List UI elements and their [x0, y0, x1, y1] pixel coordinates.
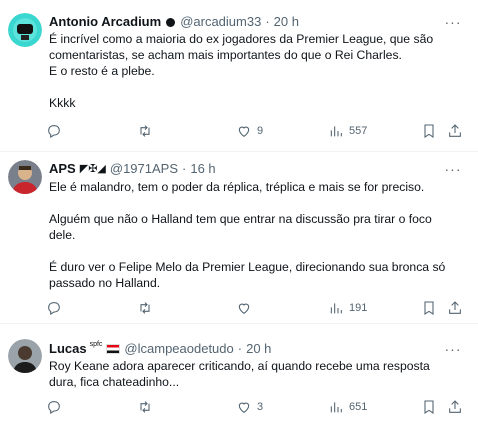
- bookmark-icon: [424, 124, 434, 138]
- separator: ·: [265, 14, 270, 29]
- like-button[interactable]: [236, 299, 257, 317]
- reply-button[interactable]: [46, 299, 67, 317]
- action-bar: 9 557: [0, 122, 478, 140]
- bookmark-icon: [424, 400, 434, 414]
- timestamp[interactable]: 20 h: [246, 341, 271, 357]
- like-count: 3: [257, 401, 264, 413]
- heart-icon: [238, 402, 250, 413]
- action-bar: 191: [0, 299, 478, 317]
- like-button[interactable]: 3: [236, 398, 263, 416]
- action-bar: 3 651: [0, 398, 478, 416]
- avatar[interactable]: [8, 13, 42, 47]
- share-icon: [449, 301, 461, 314]
- share-icon: [449, 124, 461, 137]
- tweet-body: Roy Keane adora aparecer criticando, aí …: [49, 359, 434, 389]
- view-count: 191: [349, 302, 368, 314]
- views-chart-icon: [330, 402, 342, 413]
- bookmark-icon: [424, 301, 434, 315]
- heart-icon: [238, 126, 250, 137]
- tweet-text: Roy Keane adora aparecer criticando, aí …: [49, 358, 460, 390]
- tweet-header: APS ◤✠◢ @1971APS · 16 h: [49, 161, 216, 177]
- avatar[interactable]: [8, 339, 42, 373]
- view-count: 651: [349, 401, 368, 413]
- timestamp[interactable]: 20 h: [274, 14, 299, 30]
- views-button[interactable]: 651: [328, 398, 367, 416]
- reply-icon: [48, 125, 60, 138]
- tweet-body: É incrível como a maioria do ex jogadore…: [49, 32, 434, 110]
- display-name[interactable]: Lucas: [49, 341, 87, 357]
- tweet-text: É incrível como a maioria do ex jogadore…: [49, 31, 460, 111]
- share-button[interactable]: [447, 398, 463, 416]
- repost-button[interactable]: [137, 122, 158, 140]
- name-superscript: spfc: [89, 341, 103, 348]
- view-count: 557: [349, 125, 368, 137]
- separator: ·: [237, 341, 243, 356]
- repost-button[interactable]: [137, 299, 158, 317]
- views-button[interactable]: 191: [328, 299, 367, 317]
- like-count: 9: [257, 125, 264, 137]
- like-button[interactable]: 9: [236, 122, 263, 140]
- reply-icon: [48, 302, 60, 315]
- share-icon: [449, 400, 461, 413]
- tweet-text: Ele é malandro, tem o poder da réplica, …: [49, 179, 460, 291]
- repost-icon: [140, 401, 150, 413]
- name-emojis: ◤✠◢: [79, 163, 106, 175]
- handle[interactable]: @1971APS: [110, 161, 178, 177]
- separator: ·: [182, 161, 187, 176]
- reply-icon: [48, 401, 60, 414]
- views-chart-icon: [330, 126, 342, 137]
- tweet-header: Lucas spfc @lcampeaodetudo · 20 h: [49, 341, 271, 357]
- more-horizontal-icon[interactable]: ···: [444, 162, 462, 180]
- repost-icon: [140, 302, 150, 314]
- views-button[interactable]: 557: [328, 122, 367, 140]
- share-button[interactable]: [447, 122, 463, 140]
- share-button[interactable]: [447, 299, 463, 317]
- display-name[interactable]: APS: [49, 161, 76, 177]
- tweet[interactable]: APS ◤✠◢ @1971APS · 16 h ··· Ele é maland…: [0, 152, 478, 324]
- repost-button[interactable]: [137, 398, 158, 416]
- views-chart-icon: [330, 303, 342, 314]
- tweet-body: Ele é malandro, tem o poder da réplica, …: [49, 180, 446, 290]
- tweet[interactable]: Lucas spfc @lcampeaodetudo · 20 h ··· Ro…: [0, 324, 478, 432]
- handle[interactable]: @arcadium33: [180, 14, 261, 30]
- heart-icon: [238, 303, 250, 314]
- bookmark-button[interactable]: [421, 299, 437, 317]
- reply-button[interactable]: [46, 398, 67, 416]
- flag-icon: [106, 344, 121, 354]
- account-badge-icon: [166, 17, 176, 27]
- handle[interactable]: @lcampeaodetudo: [124, 341, 233, 357]
- timestamp[interactable]: 16 h: [190, 161, 215, 177]
- avatar[interactable]: [8, 160, 42, 194]
- repost-icon: [140, 125, 150, 137]
- bookmark-button[interactable]: [421, 398, 437, 416]
- display-name[interactable]: Antonio Arcadium: [49, 14, 161, 30]
- reply-button[interactable]: [46, 122, 67, 140]
- tweet-header: Antonio Arcadium @arcadium33 · 20 h: [49, 14, 299, 30]
- tweet[interactable]: Antonio Arcadium @arcadium33 · 20 h ··· …: [0, 0, 478, 152]
- bookmark-button[interactable]: [421, 122, 437, 140]
